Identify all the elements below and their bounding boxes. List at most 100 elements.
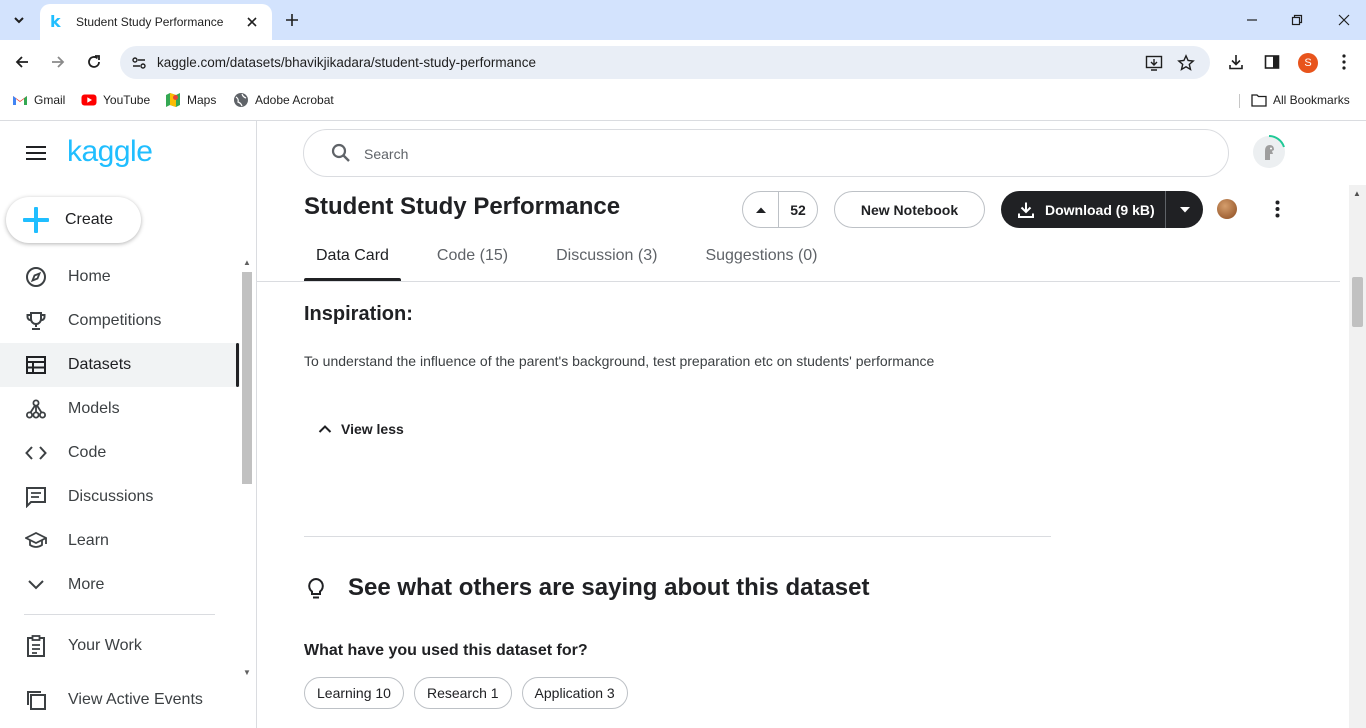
download-options-button[interactable] [1166,191,1203,228]
view-less-label: View less [341,421,404,437]
view-less-button[interactable]: View less [315,419,404,439]
bookmark-maps[interactable]: Maps [165,92,216,108]
all-bookmarks[interactable]: All Bookmarks [1251,92,1350,108]
tabs-divider [257,281,1340,282]
tab-data-card[interactable]: Data Card [304,239,401,281]
sidebar-divider [24,614,215,615]
sidebar-scrollbar[interactable]: ▲ ▼ [240,258,254,678]
sidebar-item-competitions[interactable]: Competitions [0,299,240,343]
tab-code[interactable]: Code (15) [425,239,520,281]
code-icon [24,441,48,465]
tab-search-button[interactable] [4,5,34,35]
bronze-medal-icon[interactable] [1217,199,1237,219]
close-icon[interactable] [242,12,262,32]
maps-icon [165,92,181,108]
bookmark-gmail[interactable]: Gmail [12,92,65,108]
create-button[interactable]: Create [6,197,141,243]
scroll-up-icon[interactable]: ▲ [1353,189,1361,198]
new-tab-button[interactable] [280,8,304,32]
scroll-up-icon[interactable]: ▲ [243,258,251,267]
downloads-icon[interactable] [1224,50,1248,74]
download-label: Download (9 kB) [1045,201,1155,218]
clipboard-icon [24,634,48,658]
sidebar-item-label: View Active Events [68,691,203,708]
download-split-button: Download (9 kB) [1001,191,1203,228]
upvote-count[interactable]: 52 [779,192,817,227]
bookmarks-bar: Gmail YouTube Maps Adobe Acrobat All Boo… [0,85,1366,115]
kaggle-logo[interactable]: kaggle [67,135,153,169]
restore-button[interactable] [1283,6,1311,34]
browser-tab[interactable]: k Student Study Performance [40,4,272,40]
sidebar-item-more[interactable]: More [0,563,240,607]
more-options-icon[interactable] [1265,197,1289,221]
restore-icon [1291,14,1303,26]
browser-toolbar: kaggle.com/datasets/bhavikjikadara/stude… [0,40,1366,85]
sidebar-item-home[interactable]: Home [0,255,240,299]
kaggle-sidebar: kaggle Create Home Competitions Datasets [0,121,257,728]
sidebar-item-discussions[interactable]: Discussions [0,475,240,519]
sidebar-secondary-nav: Your Work View Active Events [0,624,240,722]
side-panel-icon[interactable] [1260,50,1284,74]
section-divider [304,536,1051,537]
download-icon [1016,200,1036,220]
search-bar[interactable] [303,129,1229,177]
new-notebook-button[interactable]: New Notebook [834,191,985,228]
page-scrollbar[interactable]: ▲ [1349,185,1366,728]
sidebar-item-label: Learn [68,532,109,549]
close-icon [1338,14,1350,26]
reload-button[interactable] [80,48,108,76]
scrollbar-thumb[interactable] [242,272,252,484]
bookmark-star-icon[interactable] [1174,51,1198,75]
bookmark-youtube[interactable]: YouTube [81,92,150,108]
table-icon [24,353,48,377]
forward-button[interactable] [44,48,72,76]
tab-discussion[interactable]: Discussion (3) [544,239,669,281]
progress-ring [1268,135,1285,148]
chrome-menu-icon[interactable] [1332,50,1356,74]
install-app-icon[interactable] [1142,51,1166,75]
sidebar-item-your-work[interactable]: Your Work [0,624,240,668]
usage-chips: Learning 10 Research 1 Application 3 [304,677,638,709]
user-avatar[interactable] [1253,135,1285,168]
sidebar-item-label: More [68,576,105,593]
chip-learning[interactable]: Learning 10 [304,677,404,709]
minimize-button[interactable] [1238,6,1266,34]
search-input[interactable] [364,142,1184,166]
download-button[interactable]: Download (9 kB) [1001,191,1166,228]
back-button[interactable] [8,48,36,76]
plus-icon [23,207,49,233]
folder-icon [1251,92,1267,108]
lightbulb-icon [304,577,328,601]
upvote-button[interactable] [743,192,779,227]
caret-up-icon [755,207,766,213]
browser-tabstrip: k Student Study Performance [0,0,1366,40]
youtube-icon [81,92,97,108]
sidebar-item-learn[interactable]: Learn [0,519,240,563]
models-icon [24,397,48,421]
site-info-icon[interactable] [128,52,150,74]
close-window-button[interactable] [1330,6,1358,34]
scroll-down-icon[interactable]: ▼ [243,668,251,677]
dataset-tabs: Data Card Code (15) Discussion (3) Sugge… [304,239,854,281]
profile-avatar[interactable]: S [1298,53,1318,73]
search-icon [330,142,352,164]
trophy-icon [24,309,48,333]
menu-icon[interactable] [24,141,48,165]
tab-title: Student Study Performance [76,15,224,29]
chip-research[interactable]: Research 1 [413,677,512,709]
inspiration-heading: Inspiration: [304,303,413,325]
bookmarks-separator [1239,94,1240,108]
chevron-up-icon [315,419,335,439]
tab-suggestions[interactable]: Suggestions (0) [693,239,829,281]
sidebar-item-models[interactable]: Models [0,387,240,431]
chip-application[interactable]: Application 3 [521,677,628,709]
sidebar-item-view-active-events[interactable]: View Active Events [0,678,240,722]
bookmark-adobe-acrobat[interactable]: Adobe Acrobat [233,92,334,108]
compass-icon [24,265,48,289]
plus-icon [286,14,298,26]
address-bar[interactable]: kaggle.com/datasets/bhavikjikadara/stude… [120,46,1210,79]
copy-icon [24,688,48,712]
sidebar-item-datasets[interactable]: Datasets [0,343,240,387]
scrollbar-thumb[interactable] [1352,277,1363,327]
sidebar-item-code[interactable]: Code [0,431,240,475]
